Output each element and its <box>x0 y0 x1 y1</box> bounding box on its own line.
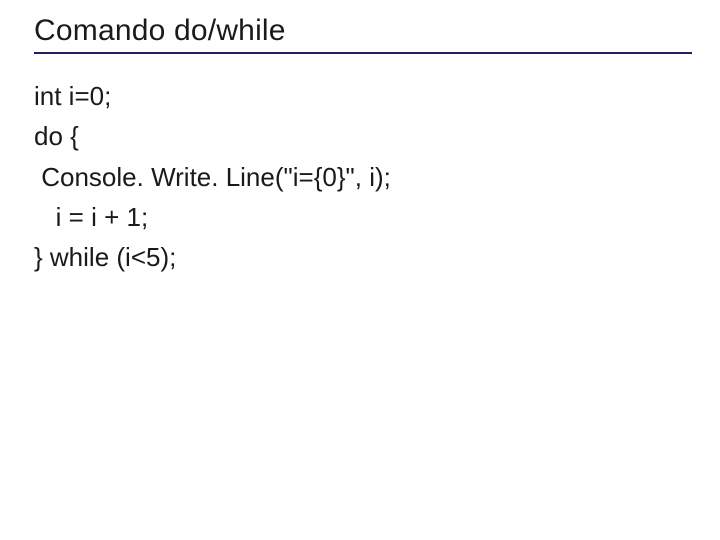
code-line-2: do { <box>34 121 79 151</box>
slide: Comando do/while int i=0; do { Console. … <box>0 0 720 540</box>
code-line-5: } while (i<5); <box>34 242 176 272</box>
code-line-4: i = i + 1; <box>34 202 148 232</box>
code-line-3: Console. Write. Line("i={0}", i); <box>34 162 391 192</box>
slide-title: Comando do/while <box>34 14 692 48</box>
code-line-1: int i=0; <box>34 81 111 111</box>
code-block: int i=0; do { Console. Write. Line("i={0… <box>34 76 692 277</box>
title-underline: Comando do/while <box>34 14 692 54</box>
